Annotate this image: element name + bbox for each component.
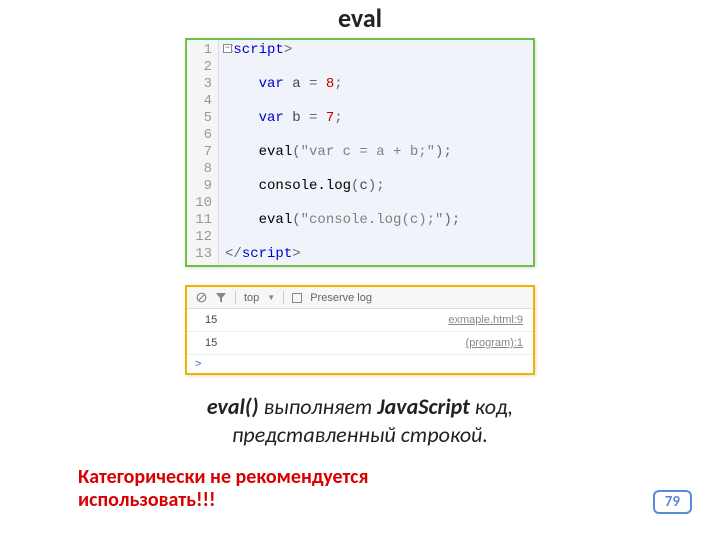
- preserve-log-checkbox[interactable]: [292, 293, 302, 303]
- devtools-console: top ▼ Preserve log 15 exmaple.html:9 15 (pr…: [185, 285, 535, 375]
- page-number-badge: 79: [653, 490, 692, 514]
- line-number: 10: [191, 195, 212, 212]
- line-number: 1: [191, 42, 212, 59]
- desc-js: JavaScript: [377, 393, 469, 420]
- console-prompt[interactable]: >: [187, 355, 533, 373]
- description: eval() выполняет JavaScript код, предста…: [0, 393, 720, 448]
- code-line: var b = 7;: [225, 110, 527, 127]
- code-line: [225, 59, 527, 76]
- line-number: 11: [191, 212, 212, 229]
- code-line: [225, 195, 527, 212]
- warning-line: использовать!!!: [78, 489, 578, 512]
- console-source-link[interactable]: exmaple.html:9: [448, 314, 523, 326]
- filter-icon: [215, 292, 227, 304]
- line-number: 3: [191, 76, 212, 93]
- code-line: −<script>: [225, 42, 527, 59]
- console-toolbar: top ▼ Preserve log: [187, 287, 533, 309]
- code-area: −<script> var a = 8; var b = 7; eval("va…: [219, 40, 533, 265]
- line-number: 8: [191, 161, 212, 178]
- line-number: 7: [191, 144, 212, 161]
- code-editor: 12345678910111213 −<script> var a = 8; v…: [185, 38, 535, 267]
- console-log-row: 15 (program):1: [187, 332, 533, 355]
- line-number: 2: [191, 59, 212, 76]
- code-line: [225, 161, 527, 178]
- warning-text: Категорически не рекомендуется использов…: [78, 466, 578, 512]
- desc-eval: eval(): [207, 393, 259, 420]
- code-line: eval("var c = a + b;");: [225, 144, 527, 161]
- desc-line2: представленный строкой.: [0, 421, 720, 449]
- preserve-log-label: Preserve log: [310, 292, 372, 304]
- code-line: console.log(c);: [225, 178, 527, 195]
- console-value: 15: [205, 314, 217, 326]
- console-source-link[interactable]: (program):1: [466, 337, 523, 349]
- line-number: 12: [191, 229, 212, 246]
- desc-text: выполняет: [259, 393, 378, 420]
- toolbar-separator: [235, 291, 236, 304]
- code-line: [225, 229, 527, 246]
- line-number: 6: [191, 127, 212, 144]
- code-gutter: 12345678910111213: [187, 40, 219, 265]
- context-top-label: top: [244, 292, 259, 304]
- code-line: </script>: [225, 246, 527, 263]
- dropdown-icon: ▼: [267, 293, 275, 302]
- console-log-row: 15 exmaple.html:9: [187, 309, 533, 332]
- line-number: 13: [191, 246, 212, 263]
- warning-line: Категорически не рекомендуется: [78, 466, 578, 489]
- code-line: [225, 127, 527, 144]
- code-line: var a = 8;: [225, 76, 527, 93]
- slide-title: eval: [0, 2, 720, 34]
- code-line: [225, 93, 527, 110]
- line-number: 5: [191, 110, 212, 127]
- console-value: 15: [205, 337, 217, 349]
- line-number: 9: [191, 178, 212, 195]
- clear-icon: [195, 292, 207, 304]
- code-line: eval("console.log(c);");: [225, 212, 527, 229]
- desc-text: код,: [470, 393, 513, 420]
- line-number: 4: [191, 93, 212, 110]
- toolbar-separator: [283, 291, 284, 304]
